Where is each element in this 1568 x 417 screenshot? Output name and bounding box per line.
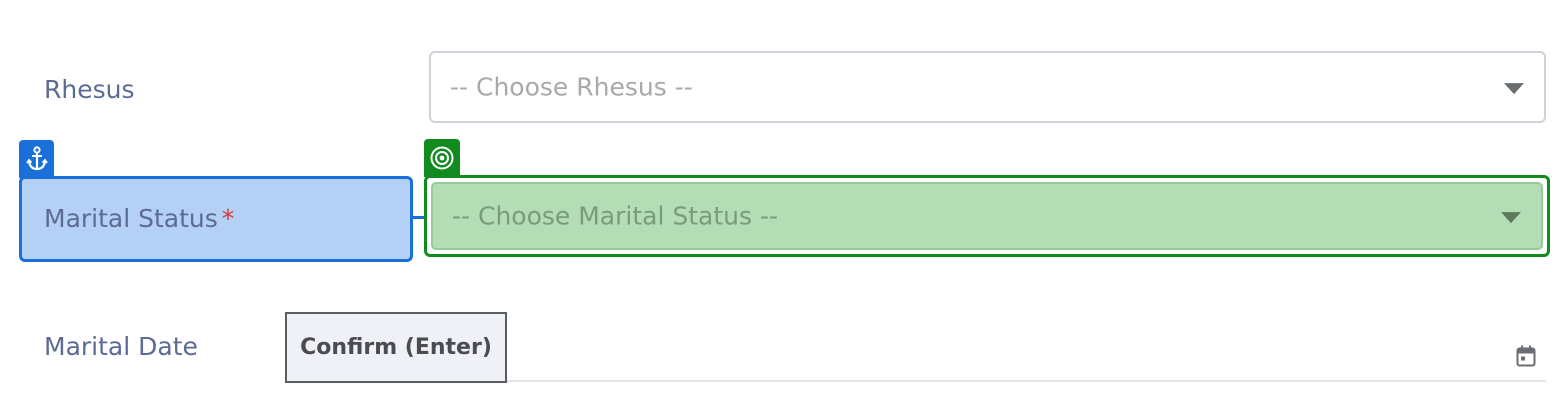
rhesus-select[interactable]: -- Choose Rhesus -- (429, 51, 1546, 123)
confirm-tooltip: Confirm (Enter) (285, 312, 507, 383)
rhesus-label: Rhesus (44, 77, 135, 102)
anchor-icon (25, 146, 48, 171)
form-page: Rhesus -- Choose Rhesus -- Marital Statu… (0, 0, 1568, 417)
marital-status-select-placeholder: -- Choose Marital Status -- (452, 201, 779, 231)
marital-date-label-text: Marital Date (44, 332, 198, 361)
calendar-icon[interactable] (1516, 345, 1536, 367)
marital-date-input[interactable] (507, 380, 1546, 382)
target-icon (430, 146, 454, 170)
confirm-tooltip-text: Confirm (Enter) (300, 335, 492, 360)
anchor-tab (19, 140, 54, 178)
chevron-down-icon (1504, 83, 1524, 95)
target-tab (424, 139, 460, 177)
marital-status-select-highlight: -- Choose Marital Status -- (424, 175, 1550, 257)
marital-date-label: Marital Date (44, 334, 198, 359)
marital-status-select[interactable]: -- Choose Marital Status -- (431, 182, 1543, 250)
marital-status-label-text: Marital Status (44, 204, 218, 233)
required-marker: * (221, 204, 235, 233)
marital-status-label: Marital Status * (44, 206, 234, 231)
rhesus-label-text: Rhesus (44, 75, 135, 104)
chevron-down-icon (1501, 212, 1521, 224)
rhesus-select-placeholder: -- Choose Rhesus -- (450, 72, 693, 102)
